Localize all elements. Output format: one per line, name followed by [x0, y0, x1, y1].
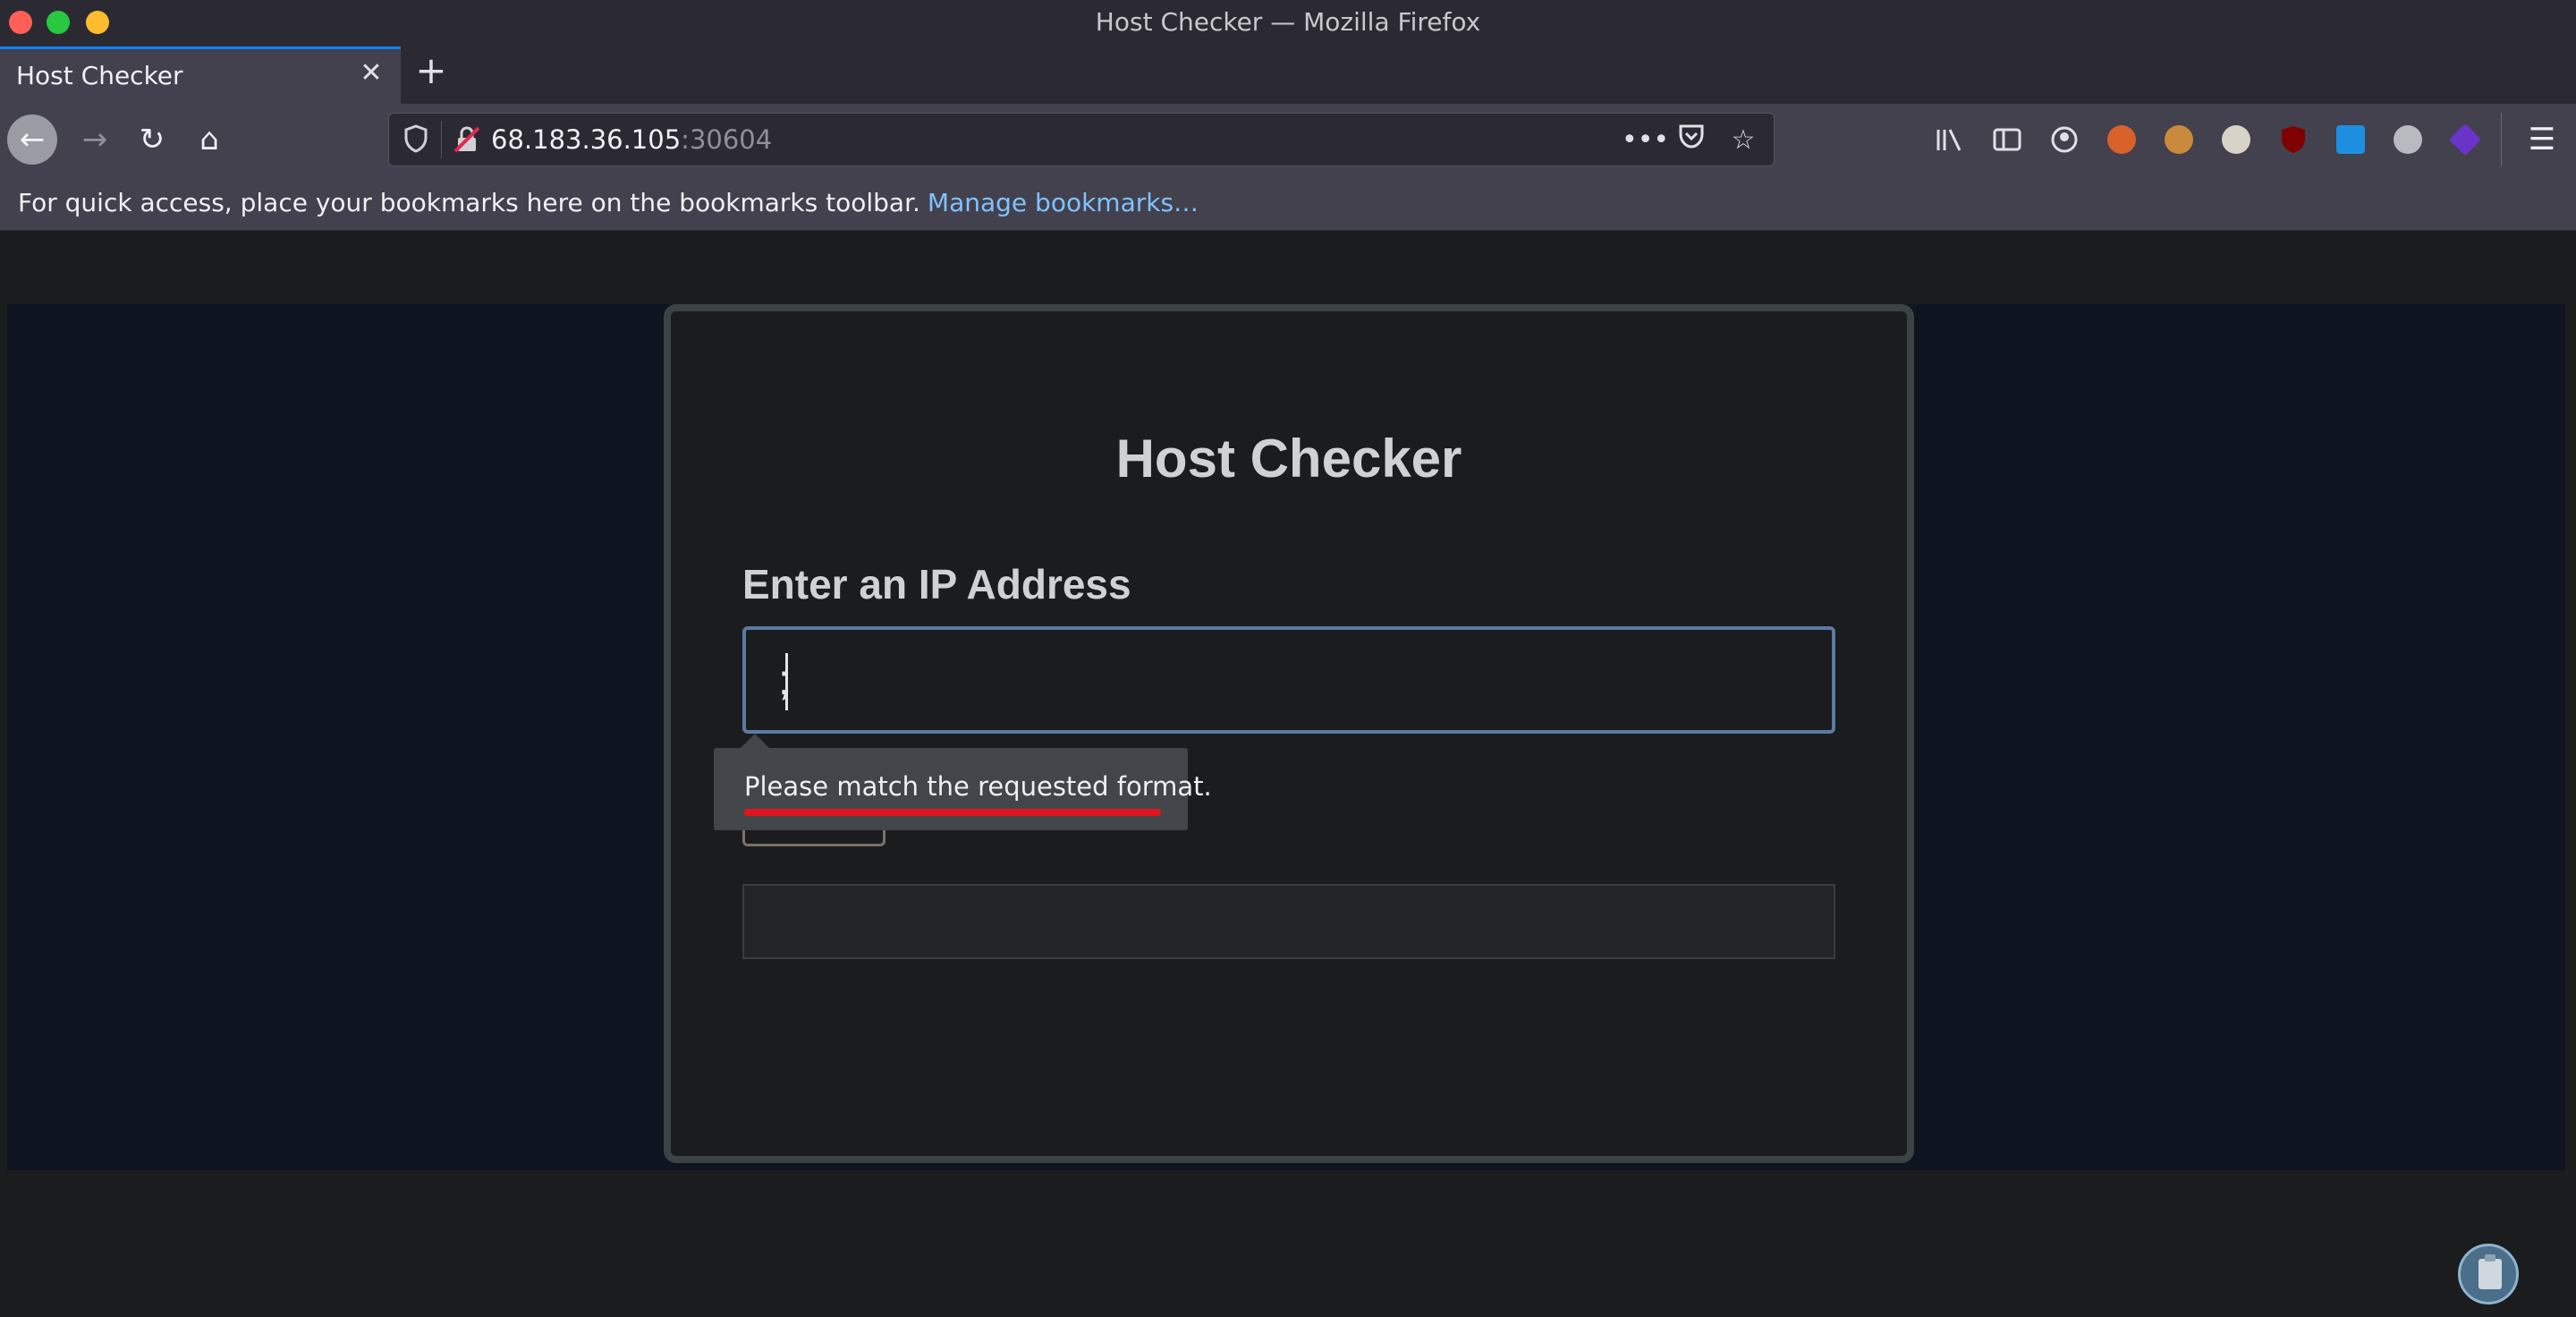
ip-address-input[interactable]: [742, 626, 1835, 734]
page-content: Host Checker Enter an IP Address Please …: [0, 231, 2576, 1317]
new-tab-button[interactable]: +: [413, 52, 449, 89]
library-icon[interactable]: [1930, 120, 1970, 159]
extension-icon-5[interactable]: [2331, 120, 2370, 159]
validation-message: Please match the requested format.: [744, 771, 1212, 802]
extensions-toolbar: [1930, 116, 2485, 163]
url-separator: [441, 121, 442, 158]
host-checker-card: Host Checker Enter an IP Address: [664, 304, 1914, 1163]
page-actions-icon[interactable]: •••: [1622, 121, 1669, 160]
manage-bookmarks-link[interactable]: Manage bookmarks…: [928, 188, 1199, 217]
sidebar-icon[interactable]: [1987, 120, 2027, 159]
navigation-toolbar: ← → ↻ ⌂ 68.183.36.105:30604 ••• ☆ ☰: [0, 104, 2576, 175]
tracking-protection-icon[interactable]: [402, 124, 430, 155]
insecure-lock-icon[interactable]: [452, 124, 482, 155]
home-button[interactable]: ⌂: [184, 115, 234, 165]
tab-host-checker[interactable]: Host Checker ✕: [0, 47, 401, 104]
account-icon[interactable]: [2045, 120, 2084, 159]
home-icon: ⌂: [199, 122, 219, 157]
extension-icon-1[interactable]: [2102, 120, 2141, 159]
url-port: :30604: [681, 124, 773, 155]
extension-icon-3[interactable]: [2216, 120, 2256, 159]
forward-arrow-icon: →: [81, 122, 108, 157]
extension-icon-6[interactable]: [2388, 120, 2428, 159]
annotation-underline: [744, 809, 1161, 816]
output-box: [742, 884, 1835, 959]
url-host: 68.183.36.105: [491, 124, 682, 155]
clipboard-button[interactable]: [2458, 1244, 2519, 1304]
tab-strip: Host Checker ✕ +: [0, 47, 2576, 104]
clipboard-icon: [2479, 1254, 2502, 1289]
reload-button[interactable]: ↻: [127, 115, 177, 165]
page-title: Host Checker: [1115, 429, 1462, 489]
ip-field-label: Enter an IP Address: [742, 561, 1131, 608]
tab-label: Host Checker: [16, 61, 183, 90]
reload-icon: ↻: [139, 122, 165, 157]
title-bar: Host Checker — Mozilla Firefox: [0, 0, 2576, 47]
validation-tooltip: Please match the requested format.: [714, 734, 1212, 830]
text-caret: [785, 653, 788, 710]
url-actions: ••• ☆: [1622, 121, 1761, 160]
hamburger-menu-icon[interactable]: ☰: [2522, 116, 2562, 163]
close-icon[interactable]: ✕: [356, 58, 386, 89]
cookie-icon[interactable]: [2159, 120, 2199, 159]
forward-button[interactable]: →: [70, 115, 120, 165]
url-text[interactable]: 68.183.36.105:30604: [491, 124, 772, 155]
bookmark-star-icon[interactable]: ☆: [1725, 121, 1761, 160]
pocket-icon[interactable]: [1674, 121, 1709, 160]
back-button[interactable]: ←: [7, 115, 57, 165]
back-arrow-icon: ←: [19, 122, 46, 157]
bookmarks-hint: For quick access, place your bookmarks h…: [18, 188, 1199, 217]
window-title: Host Checker — Mozilla Firefox: [1095, 7, 1481, 37]
toolbar-divider: [2501, 113, 2502, 166]
url-bar[interactable]: 68.183.36.105:30604 ••• ☆: [388, 113, 1775, 166]
extension-icon-7[interactable]: [2445, 120, 2485, 159]
bookmarks-toolbar: For quick access, place your bookmarks h…: [0, 175, 2576, 231]
ublock-icon[interactable]: [2274, 120, 2313, 159]
bookmarks-hint-text: For quick access, place your bookmarks h…: [18, 188, 920, 217]
